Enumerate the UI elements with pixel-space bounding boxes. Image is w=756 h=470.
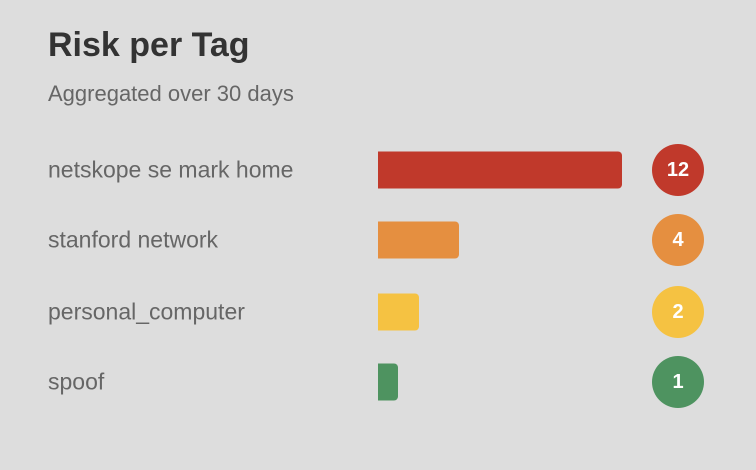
risk-count-badge: 1 [652, 356, 704, 408]
tag-row: stanford network 4 [0, 210, 756, 270]
risk-bar [378, 221, 460, 259]
risk-per-tag-card: Risk per Tag Aggregated over 30 days net… [0, 0, 756, 470]
risk-count-badge: 4 [652, 214, 704, 266]
bar-track [378, 293, 622, 331]
bar-track [378, 221, 622, 259]
risk-count-badge: 2 [652, 286, 704, 338]
chart-title: Risk per Tag [48, 26, 250, 64]
risk-bar [378, 363, 399, 401]
tag-label: personal_computer [48, 298, 245, 325]
risk-bar [378, 151, 622, 189]
bar-track [378, 363, 622, 401]
risk-bar [378, 293, 419, 331]
bar-track [378, 151, 622, 189]
tag-label: spoof [48, 368, 105, 395]
tag-row: personal_computer 2 [0, 282, 756, 342]
tag-label: netskope se mark home [48, 156, 294, 183]
tag-row: netskope se mark home 12 [0, 140, 756, 200]
tag-label: stanford network [48, 226, 219, 253]
chart-subtitle: Aggregated over 30 days [48, 81, 294, 106]
risk-count-badge: 12 [652, 144, 704, 196]
tag-row: spoof 1 [0, 352, 756, 412]
